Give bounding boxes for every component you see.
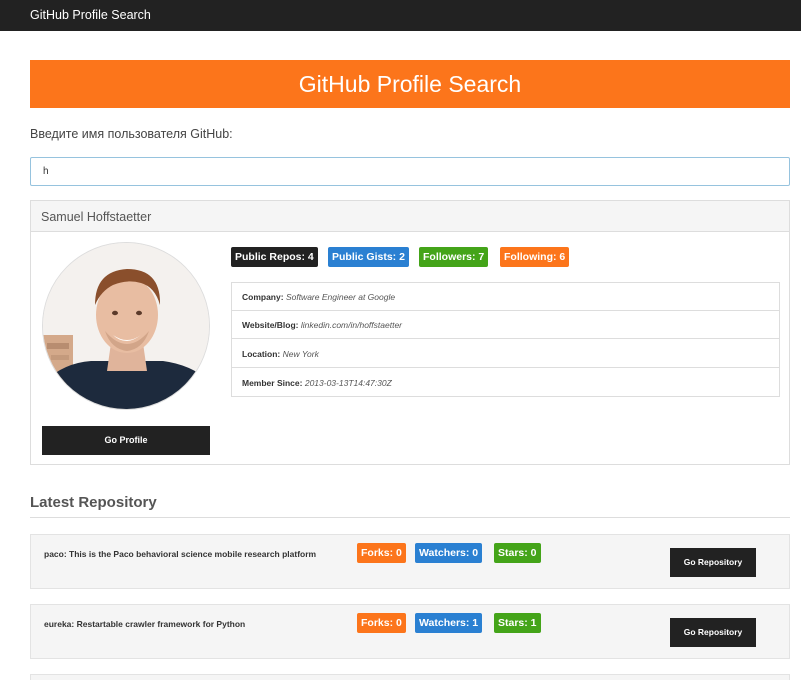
- repo-card: eureka: Restartable crawler framework fo…: [30, 604, 790, 659]
- info-company-value: Software Engineer at Google: [285, 292, 396, 302]
- profile-name: Samuel Hoffstaetter: [41, 210, 152, 224]
- public-repos-badge: Public Repos: 4: [231, 247, 318, 267]
- navbar-brand[interactable]: GitHub Profile Search: [30, 7, 151, 23]
- profile-panel: Samuel Hoffstaetter Go Profile Public Re…: [30, 200, 790, 465]
- page-title: GitHub Profile Search: [30, 60, 790, 108]
- info-member-since: Member Since: 2013-03-13T14:47:30Z: [232, 369, 779, 397]
- profile-info-list: Company: Software Engineer at Google Web…: [231, 282, 780, 397]
- following-badge: Following: 6: [500, 247, 570, 267]
- user-photo-icon: [43, 243, 209, 409]
- info-member-label: Member Since:: [242, 378, 303, 388]
- watchers-badge: Watchers: 0: [415, 543, 483, 563]
- stars-badge: Stars: 1: [494, 613, 541, 633]
- stars-badge: Stars: 0: [494, 543, 541, 563]
- info-website-label: Website/Blog:: [242, 320, 299, 330]
- info-company: Company: Software Engineer at Google: [232, 283, 779, 311]
- profile-panel-heading: Samuel Hoffstaetter: [31, 201, 789, 232]
- watchers-badge: Watchers: 1: [415, 613, 483, 633]
- info-location-value: New York: [282, 349, 319, 359]
- avatar: [42, 242, 210, 410]
- info-company-label: Company:: [242, 292, 284, 302]
- info-website-value: linkedin.com/in/hoffstaetter: [300, 320, 402, 330]
- info-location: Location: New York: [232, 340, 779, 368]
- go-repository-button[interactable]: Go Repository: [670, 548, 756, 577]
- info-member-value: 2013-03-13T14:47:30Z: [304, 378, 392, 388]
- repo-card: [30, 674, 790, 680]
- public-gists-badge: Public Gists: 2: [328, 247, 409, 267]
- latest-repository-title: Latest Repository: [30, 494, 157, 511]
- search-label: Введите имя пользователя GitHub:: [30, 127, 233, 141]
- info-location-label: Location:: [242, 349, 281, 359]
- info-website: Website/Blog: linkedin.com/in/hoffstaett…: [232, 311, 779, 339]
- forks-badge: Forks: 0: [357, 543, 406, 563]
- repo-card: paco: This is the Paco behavioral scienc…: [30, 534, 790, 589]
- navbar: GitHub Profile Search: [0, 0, 801, 31]
- section-divider: [30, 517, 790, 518]
- search-input[interactable]: [30, 157, 790, 186]
- go-profile-button[interactable]: Go Profile: [42, 426, 210, 455]
- repo-name: paco: This is the Paco behavioral scienc…: [44, 549, 317, 559]
- go-repository-button[interactable]: Go Repository: [670, 618, 756, 647]
- forks-badge: Forks: 0: [357, 613, 406, 633]
- repo-name: eureka: Restartable crawler framework fo…: [44, 619, 246, 629]
- followers-badge: Followers: 7: [419, 247, 489, 267]
